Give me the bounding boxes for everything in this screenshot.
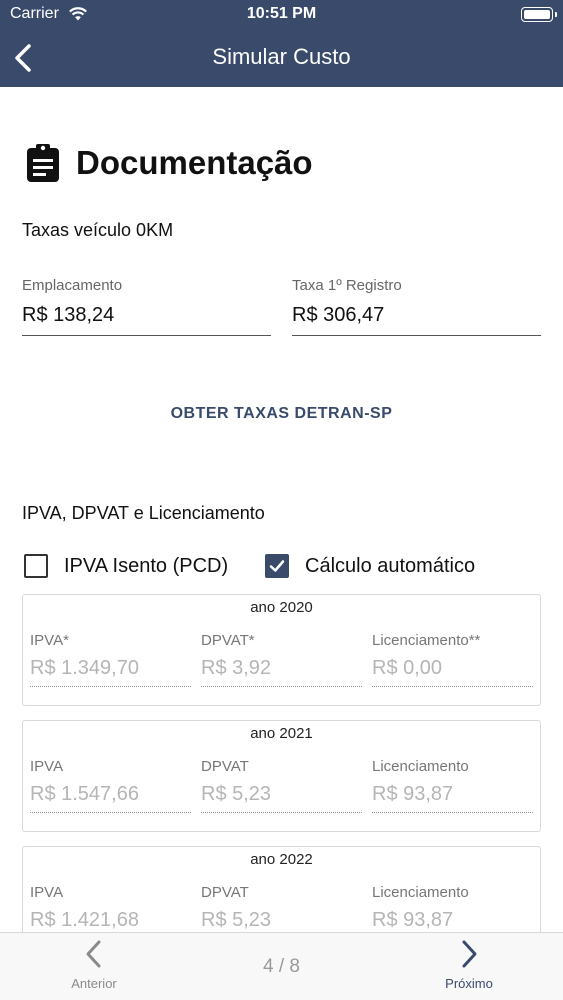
licenciamento-value: R$ 93,87 <box>372 909 533 932</box>
year-box-2021: ano 2021 IPVA R$ 1.547,66 DPVAT R$ 5,23 … <box>22 720 541 832</box>
status-time: 10:51 PM <box>246 5 317 22</box>
ipva-column: IPVA R$ 1.547,66 <box>30 758 191 813</box>
ipva-label: IPVA <box>30 884 64 901</box>
navigation-bar: Simular Custo <box>0 30 563 87</box>
ipva-label: IPVA* <box>30 632 69 649</box>
year-title: ano 2020 <box>250 599 313 616</box>
registro-label: Taxa 1º Registro <box>292 277 402 294</box>
section-title: Documentação <box>76 144 313 181</box>
dpvat-label: DPVAT <box>201 758 249 775</box>
proximo-label: Próximo <box>445 976 493 991</box>
obter-taxas-detran-button[interactable]: OBTER TAXAS DETRAN-SP <box>0 405 563 423</box>
ipva-value: R$ 1.349,70 <box>30 657 191 687</box>
nav-title: Simular Custo <box>212 44 351 69</box>
dpvat-label: DPVAT <box>201 884 249 901</box>
ipva-value: R$ 1.421,68 <box>30 909 191 932</box>
licenciamento-label: Licenciamento** <box>372 632 481 649</box>
calculo-automatico-checkbox-row[interactable]: Cálculo automático <box>265 553 475 579</box>
clipboard-icon <box>24 143 62 183</box>
year-box-2020: ano 2020 IPVA* R$ 1.349,70 DPVAT* R$ 3,9… <box>22 594 541 706</box>
anterior-label: Anterior <box>71 976 117 991</box>
ipva-column: IPVA* R$ 1.349,70 <box>30 632 191 687</box>
dpvat-column: DPVAT* R$ 3,92 <box>201 632 362 687</box>
section-header: Documentação <box>24 143 313 183</box>
calculo-automatico-checkbox[interactable] <box>265 554 289 578</box>
dpvat-label: DPVAT* <box>201 632 255 649</box>
registro-input[interactable]: R$ 306,47 <box>292 304 541 336</box>
emplacamento-field[interactable]: Emplacamento R$ 138,24 <box>22 277 271 336</box>
year-title: ano 2021 <box>250 725 313 742</box>
licenciamento-value: R$ 93,87 <box>372 783 533 813</box>
ipva-isento-checkbox-row[interactable]: IPVA Isento (PCD) <box>24 553 228 579</box>
scroll-content[interactable]: Documentação Taxas veículo 0KM Emplacame… <box>0 87 563 932</box>
dpvat-column: DPVAT R$ 5,23 <box>201 884 362 932</box>
emplacamento-label: Emplacamento <box>22 277 123 294</box>
ipva-value: R$ 1.547,66 <box>30 783 191 813</box>
ipva-isento-label[interactable]: IPVA Isento (PCD) <box>64 555 228 578</box>
battery-icon <box>521 7 557 22</box>
licenciamento-label: Licenciamento <box>372 884 469 901</box>
year-box-2022: ano 2022 IPVA R$ 1.421,68 DPVAT R$ 5,23 … <box>22 846 541 932</box>
registro-field[interactable]: Taxa 1º Registro R$ 306,47 <box>292 277 541 336</box>
status-bar: Carrier 10:51 PM <box>0 0 563 30</box>
year-title: ano 2022 <box>250 851 313 868</box>
licenciamento-column: Licenciamento R$ 93,87 <box>372 884 533 932</box>
dpvat-value: R$ 5,23 <box>201 909 362 932</box>
licenciamento-column: Licenciamento R$ 93,87 <box>372 758 533 813</box>
checkmark-icon <box>269 560 285 572</box>
dpvat-value: R$ 5,23 <box>201 783 362 813</box>
taxas-subtitle: Taxas veículo 0KM <box>22 220 174 240</box>
ipva-isento-checkbox[interactable] <box>24 554 48 578</box>
ipva-label: IPVA <box>30 758 64 775</box>
proximo-button[interactable]: Próximo <box>429 939 509 991</box>
emplacamento-input[interactable]: R$ 138,24 <box>22 304 271 336</box>
chevron-right-icon <box>462 940 477 968</box>
ipva-column: IPVA R$ 1.421,68 <box>30 884 191 932</box>
licenciamento-value: R$ 0,00 <box>372 657 533 687</box>
dpvat-column: DPVAT R$ 5,23 <box>201 758 362 813</box>
ipva-subtitle: IPVA, DPVAT e Licenciamento <box>22 503 265 523</box>
dpvat-value: R$ 3,92 <box>201 657 362 687</box>
calculo-automatico-label[interactable]: Cálculo automático <box>305 555 475 578</box>
licenciamento-column: Licenciamento** R$ 0,00 <box>372 632 533 687</box>
licenciamento-label: Licenciamento <box>372 758 469 775</box>
bottom-navigation: Anterior 4 / 8 Próximo <box>0 932 563 1000</box>
